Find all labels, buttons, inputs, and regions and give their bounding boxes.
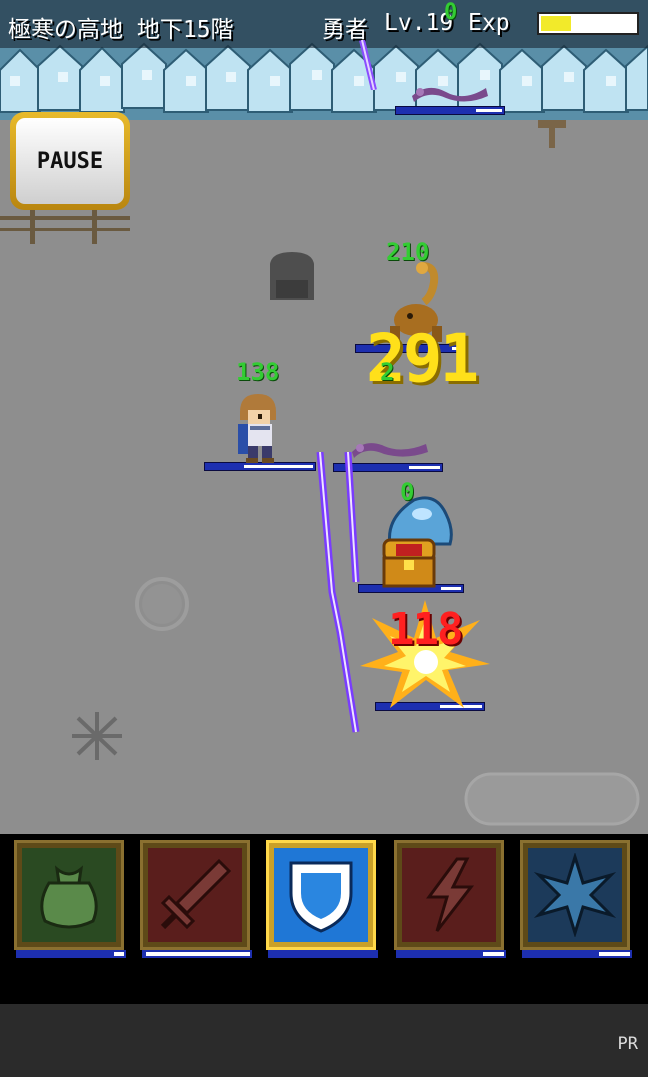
ad-banner[interactable]: PR [0,1004,648,1077]
bag-icon [40,865,98,929]
lightning-bolt-effect [359,40,377,90]
wooden-fence [0,208,130,244]
skill-shield[interactable] [266,840,376,950]
shield-icon [289,861,353,933]
skill-lightning[interactable] [394,840,504,950]
snowflake-mark [72,712,122,760]
skill-sword[interactable] [140,840,250,950]
dungeon-location: 極寒の高地 地下15階 [8,17,234,43]
hero-hp-label: 138 [236,358,280,386]
skill-cooldown-bar [396,950,506,958]
treasure-chest[interactable] [382,538,436,588]
small-green-value: 2 [380,358,395,386]
skill-cooldown-bar [268,950,378,958]
game-field[interactable]: 極寒の高地 地下15階 勇者 Lv.19 Exp PAUSE 0 210 291… [0,0,648,834]
lightning-icon [426,857,475,932]
enemy-hp-fill [441,587,461,590]
purple-worm-enemy[interactable] [410,78,490,106]
skill-burst[interactable] [520,840,630,950]
skill-bar [0,834,648,1004]
hero-hp-fill [244,465,313,468]
pr-label: PR [617,1034,638,1054]
skill-cooldown-bar [522,950,632,958]
enemy-hp-fill [409,466,440,469]
enemy-hp-bar [395,106,505,115]
scorpion-value: 210 [386,238,430,266]
hero-level: Lv.19 [384,10,454,36]
top-enemy-value: 0 [444,0,458,25]
exp-bar-fill [541,16,571,31]
slime-value: 0 [400,478,415,506]
snow-circle [135,577,189,631]
rock [270,252,314,300]
sword-icon [160,858,232,930]
snow-drift [464,772,640,826]
damage-number-red: 118 [388,604,463,655]
status-bar: 極寒の高地 地下15階 勇者 Lv.19 Exp [0,0,648,48]
dead-tree [538,120,566,148]
skill-cooldown-bar [142,950,252,958]
skill-cooldown-bar [16,950,126,958]
skill-item-bag[interactable] [14,840,124,950]
exp-label: Exp [468,10,510,36]
hero-name: 勇者 [322,17,368,43]
lightning-strike-effect [316,452,360,733]
hero-character [238,394,276,463]
enemy-hp-fill [476,109,502,112]
pause-label: PAUSE [16,118,124,204]
exp-bar [537,12,639,35]
burst-icon [533,853,617,937]
pause-button[interactable]: PAUSE [10,112,130,210]
